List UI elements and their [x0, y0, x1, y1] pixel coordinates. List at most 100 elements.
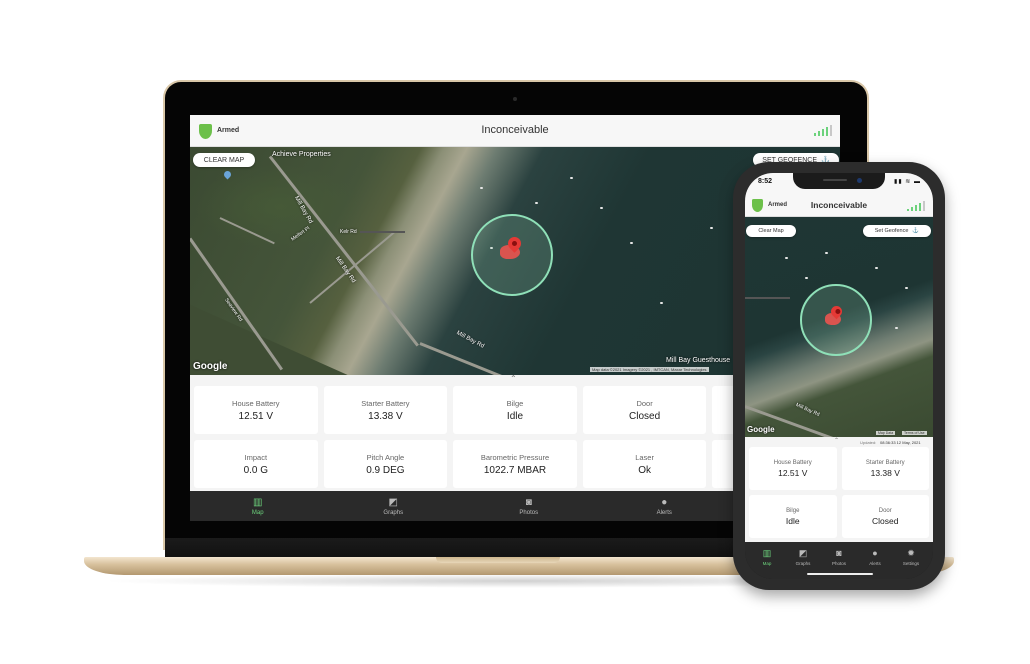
boat-marker [480, 187, 483, 189]
sensor-card[interactable]: House Battery 12.51 V [194, 386, 318, 434]
clear-map-button[interactable]: CLEAR MAP [193, 153, 255, 167]
home-indicator[interactable] [807, 573, 873, 575]
sensor-card[interactable]: Bilge Idle [749, 495, 837, 538]
tab-label: Photos [519, 509, 539, 516]
sensor-value: Idle [506, 410, 524, 422]
boat-marker [570, 177, 573, 179]
signal-strength-icon [907, 200, 925, 211]
place-label: Mill Bay Guesthouse [666, 357, 731, 364]
sensor-value: 0.9 DEG [366, 464, 405, 476]
alert-icon: ● [661, 496, 668, 508]
map-road [309, 231, 395, 304]
sensor-label: House Battery [773, 459, 812, 466]
alert-icon: ● [872, 547, 878, 558]
sensor-label: Door [878, 507, 892, 514]
anchor-icon: ⚓ [912, 228, 920, 234]
boat-marker [825, 252, 828, 254]
sensor-panel: ⌃ Updated: 08:36:33 12 May, 2021 House B… [745, 437, 933, 543]
tab-alerts[interactable]: ● Alerts [857, 542, 893, 571]
set-geofence-label: Set Geofence [874, 228, 909, 234]
sensor-card[interactable]: Door Closed [582, 386, 707, 434]
sensor-value: Closed [629, 410, 661, 422]
boat-marker [785, 257, 788, 259]
status-icons: ▮▮ ≋ ▬ [894, 179, 921, 185]
laptop-opening-notch [436, 557, 560, 563]
tab-label: Map [251, 509, 264, 516]
pier [360, 231, 405, 233]
sensor-label: Door [636, 398, 653, 408]
road-label: Mill Bay Rd [794, 402, 821, 418]
tab-label: Graphs [795, 560, 811, 566]
gear-icon: ✹ [907, 547, 915, 558]
tab-graphs[interactable]: ◩ Graphs [785, 542, 821, 571]
status-time: 8:52 [758, 178, 773, 185]
sensor-value: 13.38 V [870, 467, 900, 478]
tab-label: Map [762, 560, 772, 566]
sensor-label: House Battery [232, 398, 280, 408]
tab-label: Alerts [869, 560, 881, 566]
sensor-label: Starter Battery [865, 459, 905, 466]
product-mockup: Armed Inconceivable Achieve Properties M… [0, 0, 1030, 664]
sensor-value: 1022.7 MBAR [483, 464, 547, 476]
updated-label: Updated: [860, 440, 877, 445]
sensor-label: Barometric Pressure [480, 452, 550, 462]
sensor-label: Pitch Angle [366, 452, 405, 462]
expand-panel-chevron-icon[interactable]: ⌃ [834, 437, 839, 444]
camera-icon: ◙ [836, 547, 842, 558]
laptop-camera [513, 97, 517, 101]
boat-marker [905, 287, 908, 289]
sensor-card[interactable]: Starter Battery 13.38 V [841, 447, 929, 490]
tab-map[interactable]: ▥ Map [749, 542, 785, 571]
tab-photos[interactable]: ◙ Photos [461, 491, 597, 521]
tab-settings[interactable]: ✹ Settings [893, 542, 929, 571]
poi-pin-icon[interactable] [222, 169, 233, 180]
sensor-card[interactable]: Impact 0.0 G [194, 440, 318, 488]
sensor-value: 0.0 G [243, 464, 269, 476]
phone-speaker [823, 179, 847, 181]
tab-photos[interactable]: ◙ Photos [821, 542, 857, 571]
sensor-card-grid: House Battery 12.51 V Starter Battery 13.38… [749, 447, 929, 538]
sensor-card[interactable]: House Battery 12.51 V [749, 447, 837, 490]
pier [745, 297, 790, 299]
sensor-label: Laser [635, 452, 654, 462]
expand-panel-chevron-icon[interactable]: ⌃ [510, 374, 517, 383]
terms-of-use-link[interactable]: Terms of Use [902, 431, 927, 435]
phone-camera [857, 178, 862, 183]
sensor-card[interactable]: Door Closed [841, 495, 929, 538]
map-data-link[interactable]: Map Data [876, 431, 896, 435]
boat-marker [600, 207, 603, 209]
sensor-card[interactable]: Bilge Idle [453, 386, 577, 434]
google-logo: Google [747, 425, 775, 434]
sensor-card[interactable]: Laser Ok [582, 440, 707, 488]
camera-icon: ◙ [525, 496, 532, 508]
road-label: Kelr Rd [340, 229, 357, 235]
vessel-title: Inconceivable [481, 124, 549, 136]
set-geofence-button[interactable]: Set Geofence ⚓ [863, 225, 931, 237]
tab-alerts[interactable]: ● Alerts [597, 491, 733, 521]
sensor-label: Bilge [506, 398, 524, 408]
map-attribution[interactable]: Map data ©2021 Imagery ©2021 , IMTCAN, M… [590, 367, 709, 372]
sensor-card[interactable]: Barometric Pressure 1022.7 MBAR [453, 440, 577, 488]
boat-marker [535, 202, 538, 204]
phone-screen: 8:52 ▮▮ ≋ ▬ Armed Inconceivable Mill Bay… [745, 173, 933, 579]
sensor-card[interactable]: Pitch Angle 0.9 DEG [323, 440, 448, 488]
clear-map-button[interactable]: Clear Map [746, 225, 796, 237]
clear-map-label: CLEAR MAP [203, 156, 245, 164]
tab-map[interactable]: ▥ Map [190, 491, 326, 521]
tab-label: Alerts [656, 509, 672, 516]
sensor-card[interactable]: Starter Battery 13.38 V [323, 386, 448, 434]
phone-notch [793, 173, 885, 189]
sensor-value: 12.51 V [778, 467, 808, 478]
sensor-label: Bilge [786, 507, 800, 514]
tab-label: Settings [902, 560, 920, 566]
sensor-value: 12.51 V [238, 410, 274, 422]
boat-marker [895, 327, 898, 329]
google-logo: Google [193, 361, 228, 372]
tab-graphs[interactable]: ◩ Graphs [326, 491, 462, 521]
clear-map-label: Clear Map [758, 228, 784, 234]
graph-icon: ◩ [798, 547, 808, 558]
boat-marker [630, 242, 633, 244]
sensor-label: Starter Battery [361, 398, 410, 408]
app-header: Armed Inconceivable [745, 195, 933, 217]
map-view[interactable]: Mill Bay Rd Clear Map Set Geofence ⚓ Goo… [745, 217, 933, 437]
